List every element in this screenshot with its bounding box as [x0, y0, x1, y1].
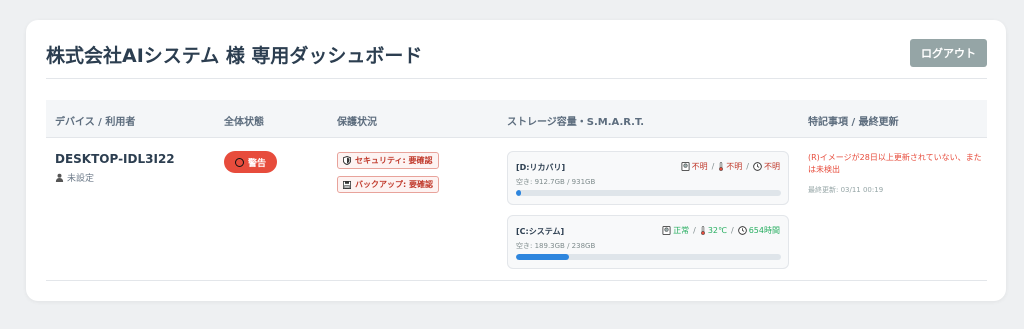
- dashboard-card: 株式会社AIシステム 様 専用ダッシュボード ログアウト デバイス / 利用者 …: [26, 20, 1006, 301]
- device-name: DESKTOP-IDL3I22: [55, 152, 175, 166]
- shield-icon: [343, 156, 351, 165]
- drive-usage-fill: [516, 254, 569, 260]
- drive-name: [C:システム]: [516, 227, 565, 236]
- user-label: 未設定: [67, 174, 95, 184]
- smart-status: 不明 / 不明 / 不明: [681, 161, 780, 172]
- smart-temp: 32℃: [707, 226, 728, 235]
- smart-health: 正常: [673, 226, 690, 235]
- header: 株式会社AIシステム 様 専用ダッシュボード ログアウト: [46, 39, 987, 79]
- smart-status: 正常 / 32℃ / 654時間: [662, 225, 780, 236]
- column-header-protection: 保護状況: [337, 117, 377, 128]
- drive-name: [D:リカバリ]: [516, 163, 566, 172]
- column-header-device: デバイス / 利用者: [55, 117, 136, 128]
- drive-free-space: 空き: 912.7GB / 931GB: [516, 178, 596, 186]
- column-header-notes: 特記事項 / 最終更新: [808, 117, 899, 128]
- smart-hours: 654時間: [748, 226, 780, 235]
- drive-free-space: 空き: 189.3GB / 238GB: [516, 242, 596, 250]
- separator: /: [731, 226, 734, 235]
- thermometer-icon: [700, 226, 705, 235]
- separator: /: [711, 162, 715, 171]
- status-badge: 警告: [224, 151, 277, 173]
- note-text: (R)イメージが28日以上更新されていない、または未検出: [808, 153, 982, 174]
- device-user: 未設定: [55, 171, 94, 184]
- drive-card-d: [D:リカバリ] 不明 / 不明 / 不明 空き: 912.7GB / 931G…: [507, 151, 789, 205]
- last-updated: 最終更新: 03/11 00:19: [808, 186, 884, 194]
- smart-hours: 不明: [764, 162, 780, 171]
- column-header-storage: ストレージ容量・S.M.A.R.T.: [507, 117, 645, 128]
- drive-usage-fill: [516, 190, 522, 196]
- status-label: 警告: [247, 158, 266, 169]
- clock-icon: [753, 162, 762, 171]
- floppy-icon: [343, 180, 351, 189]
- backup-badge: バックアップ: 要確認: [337, 176, 439, 193]
- separator: /: [693, 226, 696, 235]
- separator: /: [746, 162, 749, 171]
- disk-icon: [681, 162, 690, 171]
- logout-button[interactable]: ログアウト: [910, 39, 987, 67]
- table-row: DESKTOP-IDL3I22 未設定 警告 セキュリティ: 要確認 バックアッ…: [46, 139, 987, 281]
- thermometer-icon: [719, 162, 724, 171]
- page-title: 株式会社AIシステム 様 専用ダッシュボード: [46, 45, 423, 67]
- security-label: セキュリティ: 要確認: [355, 156, 433, 165]
- column-header-status: 全体状態: [224, 117, 264, 128]
- smart-temp: 不明: [726, 162, 743, 171]
- backup-label: バックアップ: 要確認: [355, 180, 433, 189]
- security-badge: セキュリティ: 要確認: [337, 152, 439, 169]
- clock-icon: [737, 226, 747, 235]
- user-icon: [55, 173, 64, 182]
- drive-usage-bar: [516, 254, 781, 260]
- warning-circle-icon: [234, 157, 244, 167]
- table-header: デバイス / 利用者 全体状態 保護状況 ストレージ容量・S.M.A.R.T. …: [46, 100, 987, 138]
- smart-health: 不明: [691, 162, 708, 171]
- drive-usage-bar: [516, 190, 781, 196]
- disk-icon: [662, 226, 671, 235]
- drive-card-c: [C:システム] 正常 / 32℃ / 654時間 空き: 189.3GB / …: [507, 215, 789, 269]
